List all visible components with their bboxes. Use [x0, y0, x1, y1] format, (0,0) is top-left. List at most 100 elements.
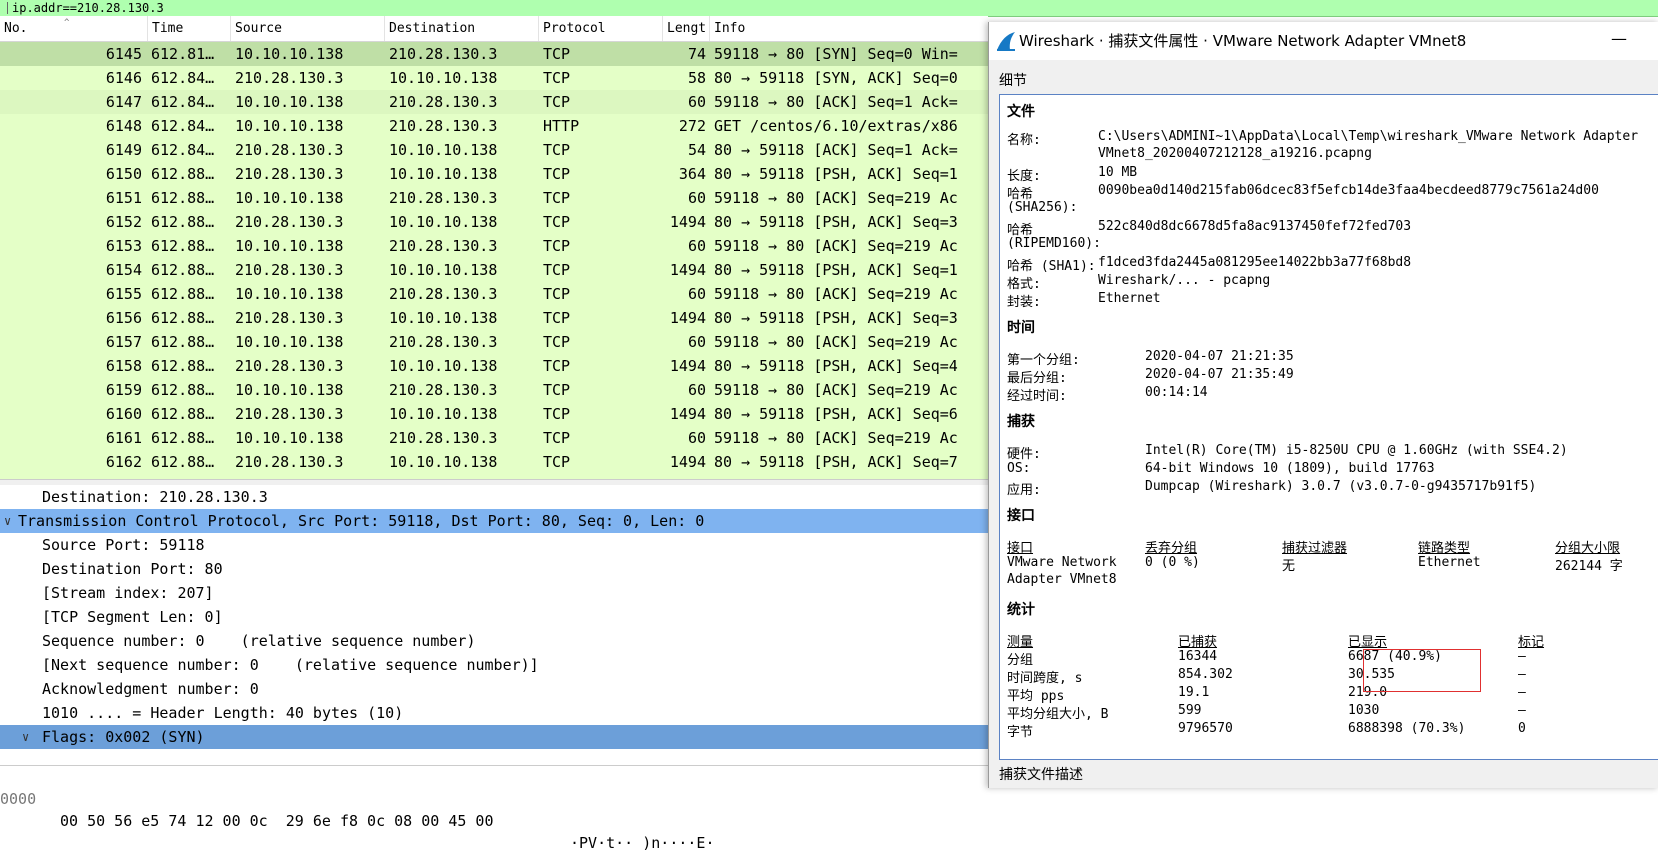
stats-cell-cap: 854.302 [1178, 667, 1233, 682]
application-value: Dumpcap (Wireshark) 3.0.7 (v3.0.7-0-g943… [1145, 479, 1537, 494]
stats-cell-mark: — [1518, 667, 1526, 682]
display-filter-bar [0, 0, 1658, 17]
minimize-button[interactable]: — [1599, 22, 1639, 60]
packet-row[interactable]: 6148 612.84… 10.10.10.138 210.28.130.3 HTTP 2… [0, 114, 988, 138]
packet-row[interactable]: 6161 612.88… 10.10.10.138 210.28.130.3 TCP 60… [0, 426, 988, 450]
expand-chevron-icon[interactable]: ∨ [22, 725, 29, 749]
detail-text: Transmission Control Protocol, Src Port:… [18, 512, 705, 530]
packet-cell-dst: 10.10.10.138 [389, 261, 498, 279]
column-protocol[interactable]: Protocol [539, 16, 663, 41]
column-no[interactable]: No. [0, 16, 148, 41]
detail-row-destination[interactable]: Destination: 210.28.130.3 [0, 485, 988, 509]
packet-cell-time: 612.88… [151, 213, 215, 231]
packet-cell-no: 6147 [105, 93, 142, 111]
stats-cell-shown: 6888398 (70.3%) [1348, 721, 1466, 736]
detail-row-flags[interactable]: ∨ Flags: 0x002 (SYN) [0, 725, 988, 749]
first-packet-label: 第一个分组: [1007, 353, 1080, 368]
packet-cell-dst: 210.28.130.3 [389, 333, 498, 351]
display-filter-input[interactable] [12, 0, 612, 16]
iface-filter: 无 [1282, 559, 1296, 574]
packet-row[interactable]: 6145 612.81… 10.10.10.138 210.28.130.3 TCP 74… [0, 42, 988, 66]
packet-cell-src: 210.28.130.3 [235, 453, 344, 471]
column-destination[interactable]: Destination [385, 16, 539, 41]
packet-row[interactable]: 6157 612.88… 10.10.10.138 210.28.130.3 TCP 60… [0, 330, 988, 354]
packet-cell-time: 612.88… [151, 309, 215, 327]
packet-row[interactable]: 6152 612.88… 210.28.130.3 10.10.10.138 TCP 14… [0, 210, 988, 234]
stats-col-measurement: 测量 [1007, 635, 1034, 650]
packet-row[interactable]: 6154 612.88… 210.28.130.3 10.10.10.138 TCP 14… [0, 258, 988, 282]
packet-cell-info: 80 → 59118 [PSH, ACK] Seq=3 [714, 213, 958, 231]
packet-cell-info: 59118 → 80 [ACK] Seq=219 Ac [714, 189, 958, 207]
packet-row[interactable]: 6149 612.84… 210.28.130.3 10.10.10.138 TCP 54… [0, 138, 988, 162]
column-source[interactable]: Source [231, 16, 385, 41]
packet-row[interactable]: 6153 612.88… 10.10.10.138 210.28.130.3 TCP 60… [0, 234, 988, 258]
packet-cell-len: 60 [687, 189, 706, 207]
packet-cell-dst: 210.28.130.3 [389, 381, 498, 399]
packet-cell-src: 210.28.130.3 [235, 357, 344, 375]
bytes-offset: 0000 [0, 790, 37, 808]
packet-row[interactable]: 6162 612.88… 210.28.130.3 10.10.10.138 TCP 14… [0, 450, 988, 474]
packet-cell-src: 10.10.10.138 [235, 45, 344, 63]
details-label: 细节 [999, 73, 1027, 89]
packet-cell-dst: 210.28.130.3 [389, 189, 498, 207]
packet-row[interactable]: 6158 612.88… 210.28.130.3 10.10.10.138 TCP 14… [0, 354, 988, 378]
packet-row[interactable]: 6155 612.88… 10.10.10.138 210.28.130.3 TCP 60… [0, 282, 988, 306]
column-info[interactable]: Info [710, 16, 988, 41]
detail-row-header-len[interactable]: 1010 .... = Header Length: 40 bytes (10) [0, 701, 988, 725]
file-name-line1: C:\Users\ADMINI~1\AppData\Local\Temp\wir… [1098, 129, 1639, 144]
column-time[interactable]: Time [148, 16, 231, 41]
packet-cell-dst: 10.10.10.138 [389, 309, 498, 327]
detail-text: Acknowledgment number: 0 [42, 680, 259, 698]
bytes-ascii[interactable]: ·PV·t·· )n····E· [570, 832, 715, 854]
encap-value: Ethernet [1098, 291, 1161, 306]
packet-cell-len: 74 [687, 45, 706, 63]
capture-file-properties-dialog: Wireshark · 捕获文件属性 · VMware Network Adap… [988, 22, 1658, 788]
stats-col-marked: 标记 [1518, 635, 1545, 650]
details-text-area[interactable]: 文件 名称: C:\Users\ADMINI~1\AppData\Local\T… [999, 94, 1658, 760]
column-length[interactable]: Lengt [663, 16, 710, 41]
detail-row-src-port[interactable]: Source Port: 59118 [0, 533, 988, 557]
detail-text: Destination: 210.28.130.3 [42, 488, 268, 506]
packet-row[interactable]: 6159 612.88… 10.10.10.138 210.28.130.3 TCP 60… [0, 378, 988, 402]
section-file: 文件 [1007, 104, 1035, 120]
packet-cell-dst: 10.10.10.138 [389, 165, 498, 183]
packet-bytes-pane: 0000 00 50 56 e5 74 12 00 0c 29 6e f8 0c… [0, 765, 988, 852]
detail-row-next-seq[interactable]: [Next sequence number: 0 (relative seque… [0, 653, 988, 677]
packet-cell-src: 10.10.10.138 [235, 117, 344, 135]
packet-row[interactable]: 6151 612.88… 10.10.10.138 210.28.130.3 TCP 60… [0, 186, 988, 210]
packet-cell-len: 1494 [669, 309, 706, 327]
os-label: OS: [1007, 461, 1031, 476]
packet-row[interactable]: 6147 612.84… 10.10.10.138 210.28.130.3 TCP 60… [0, 90, 988, 114]
packet-cell-len: 60 [687, 93, 706, 111]
elapsed-label: 经过时间: [1007, 389, 1067, 404]
packet-cell-time: 612.88… [151, 165, 215, 183]
packet-row[interactable]: 6146 612.84… 210.28.130.3 10.10.10.138 TCP 58… [0, 66, 988, 90]
packet-cell-src: 210.28.130.3 [235, 405, 344, 423]
detail-row-dst-port[interactable]: Destination Port: 80 [0, 557, 988, 581]
detail-row-stream-index[interactable]: [Stream index: 207] [0, 581, 988, 605]
packet-cell-no: 6149 [105, 141, 142, 159]
packet-cell-info: 80 → 59118 [PSH, ACK] Seq=6 [714, 405, 958, 423]
stats-col-displayed: 已显示 [1348, 635, 1388, 650]
detail-row-seq[interactable]: Sequence number: 0 (relative sequence nu… [0, 629, 988, 653]
packet-row[interactable]: 6150 612.88… 210.28.130.3 10.10.10.138 TCP 36… [0, 162, 988, 186]
detail-text: Source Port: 59118 [42, 536, 205, 554]
detail-row-ack[interactable]: Acknowledgment number: 0 [0, 677, 988, 701]
packet-cell-len: 272 [678, 117, 706, 135]
expand-chevron-icon[interactable]: ∨ [4, 509, 11, 533]
detail-row-segment-len[interactable]: [TCP Segment Len: 0] [0, 605, 988, 629]
packet-row[interactable]: 6156 612.88… 210.28.130.3 10.10.10.138 TCP 14… [0, 306, 988, 330]
stats-cell-cap: 19.1 [1178, 685, 1210, 700]
packet-cell-dst: 10.10.10.138 [389, 453, 498, 471]
filter-bookmark-icon[interactable] [0, 2, 8, 14]
bytes-hex[interactable]: 00 50 56 e5 74 12 00 0c 29 6e f8 0c 08 0… [60, 810, 493, 832]
packet-cell-len: 1494 [669, 405, 706, 423]
dialog-titlebar[interactable]: Wireshark · 捕获文件属性 · VMware Network Adap… [989, 22, 1658, 60]
iface-snaplen: 262144 字 [1555, 559, 1623, 574]
packet-cell-time: 612.88… [151, 261, 215, 279]
packet-cell-no: 6146 [105, 69, 142, 87]
packet-cell-time: 612.84… [151, 93, 215, 111]
stats-cell-mark: — [1518, 703, 1526, 718]
detail-row-tcp[interactable]: ∨ Transmission Control Protocol, Src Por… [0, 509, 988, 533]
packet-row[interactable]: 6160 612.88… 210.28.130.3 10.10.10.138 TCP 14… [0, 402, 988, 426]
